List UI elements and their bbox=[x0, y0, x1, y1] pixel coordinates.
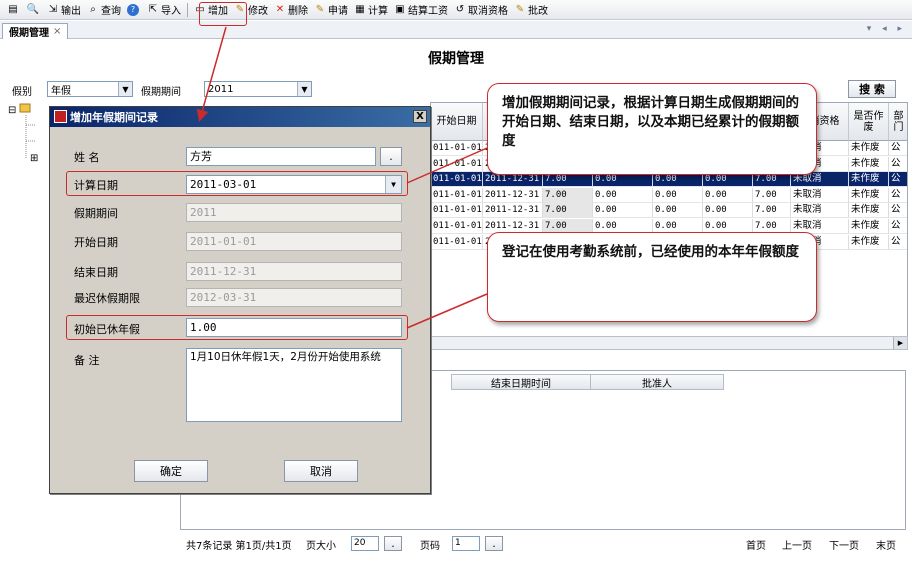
arrow-add-to-dialog bbox=[196, 26, 227, 122]
connector-calc-date bbox=[406, 147, 488, 184]
callout-connectors bbox=[196, 26, 488, 329]
connector-initial-used bbox=[406, 293, 488, 329]
